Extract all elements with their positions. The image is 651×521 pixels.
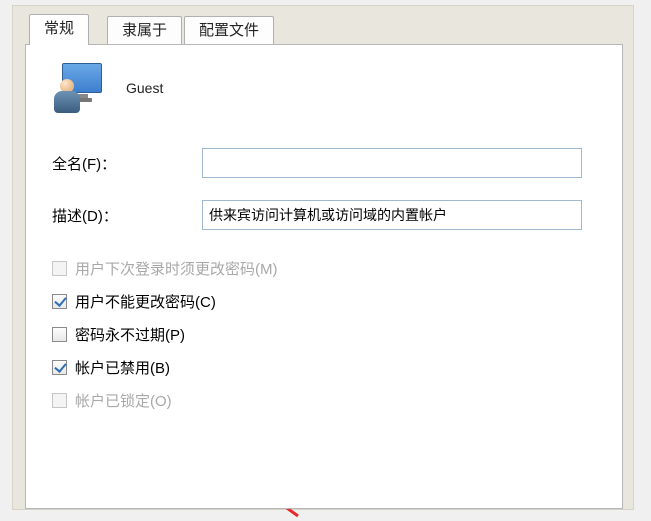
- tab-panel-general: Guest 全名(F)： 描述(D)： 用户下次登录时须更改密码(M) 用户不能…: [25, 44, 623, 509]
- check-row-locked: 帐户已锁定(O): [52, 390, 596, 411]
- checkbox-locked: [52, 393, 67, 408]
- tab-member-of[interactable]: 隶属于: [107, 16, 182, 44]
- full-name-input[interactable]: [202, 148, 582, 178]
- checkbox-never-expires-label: 密码永不过期(P): [75, 324, 185, 345]
- check-row-account-disabled[interactable]: 帐户已禁用(B): [52, 357, 596, 378]
- checkbox-account-disabled[interactable]: [52, 360, 67, 375]
- checkbox-cannot-change-label: 用户不能更改密码(C): [75, 291, 216, 312]
- description-label: 描述(D)：: [52, 205, 202, 226]
- description-input[interactable]: [202, 200, 582, 230]
- checkbox-must-change: [52, 261, 67, 276]
- tab-general[interactable]: 常规: [29, 14, 89, 45]
- full-name-label: 全名(F)：: [52, 153, 202, 174]
- account-name: Guest: [126, 80, 163, 96]
- properties-frame: 常规 隶属于 配置文件 Guest 全名(F)： 描述(D)：: [12, 5, 634, 510]
- check-row-cannot-change[interactable]: 用户不能更改密码(C): [52, 291, 596, 312]
- tab-profile[interactable]: 配置文件: [184, 16, 274, 44]
- check-row-never-expires[interactable]: 密码永不过期(P): [52, 324, 596, 345]
- check-row-must-change: 用户下次登录时须更改密码(M): [52, 258, 596, 279]
- checkbox-locked-label: 帐户已锁定(O): [75, 390, 172, 411]
- user-account-icon: [52, 63, 106, 113]
- checkbox-cannot-change[interactable]: [52, 294, 67, 309]
- checkbox-never-expires[interactable]: [52, 327, 67, 342]
- user-header: Guest: [52, 63, 596, 113]
- checkbox-must-change-label: 用户下次登录时须更改密码(M): [75, 258, 278, 279]
- tab-strip: 常规 隶属于 配置文件: [13, 6, 633, 44]
- checkbox-account-disabled-label: 帐户已禁用(B): [75, 357, 170, 378]
